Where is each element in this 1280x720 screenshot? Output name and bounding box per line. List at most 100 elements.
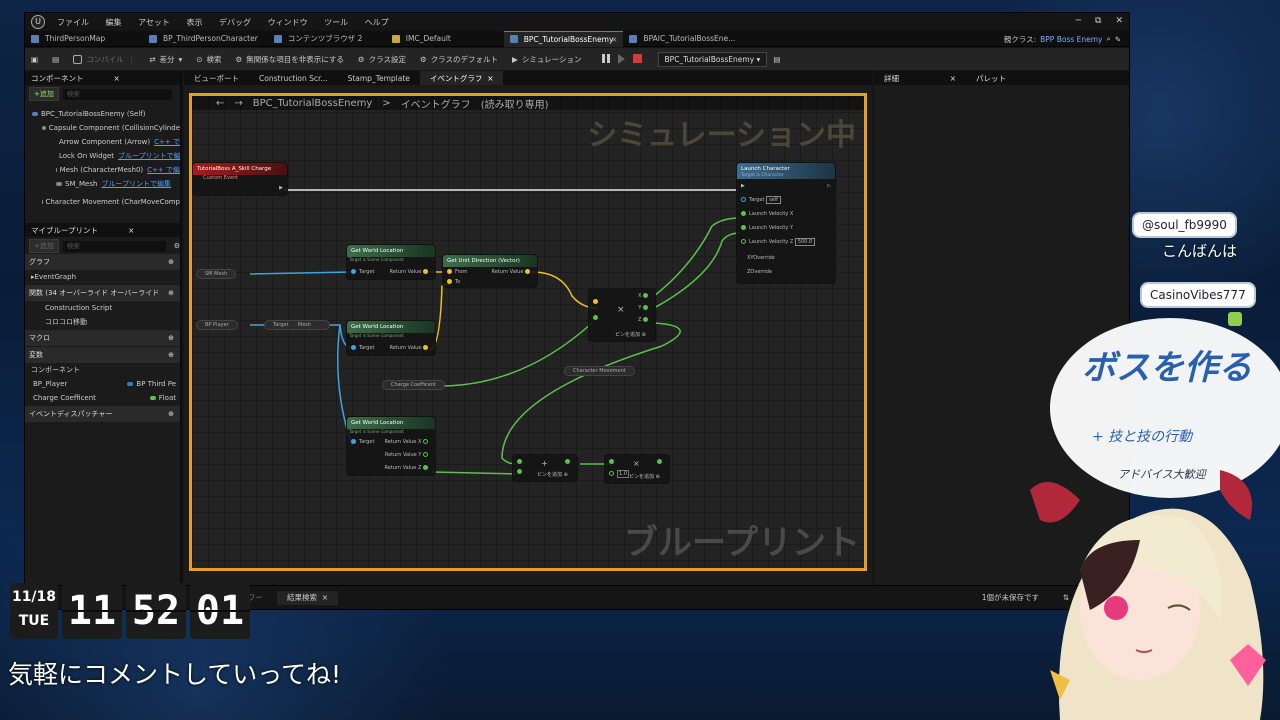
charge-coefficent-getter[interactable]: Charge Coefficent — [382, 380, 445, 390]
result-out-pin[interactable] — [657, 459, 665, 465]
z-override-pin[interactable]: ZOverride — [747, 269, 772, 275]
sm-mesh-getter[interactable]: SM Mesh — [196, 269, 237, 279]
target-pin[interactable]: Target — [351, 345, 374, 351]
close-icon[interactable]: × — [114, 74, 120, 83]
function-roll[interactable]: コロコロ移動 — [25, 315, 180, 329]
event-graph-canvas[interactable]: ← → BPC_TutorialBossEnemy > イベントグラフ (読み取り… — [189, 93, 867, 571]
step-icon[interactable] — [617, 54, 625, 64]
section-functions[interactable]: 関数 (34 オーバーライド オーバーライド ⊕ — [25, 285, 180, 301]
xy-override-pin[interactable]: XYOverride — [747, 255, 775, 261]
tab-bpaic[interactable]: BPAIC_TutorialBossEne... — [623, 31, 745, 47]
variable-charge-coefficent[interactable]: Charge Coefficent Float — [25, 391, 180, 405]
close-icon[interactable]: × — [950, 74, 956, 83]
edit-link[interactable]: C++ で編 — [147, 165, 180, 175]
return-x-pin[interactable]: Return Value X — [384, 439, 431, 445]
tab-bp-thirdpersoncharacter[interactable]: BP_ThirdPersonCharacter — [143, 31, 268, 47]
function-construction-script[interactable]: Construction Script — [25, 301, 180, 315]
result-out-pin[interactable] — [565, 459, 573, 465]
tab-stamp-template[interactable]: Stamp_Template — [338, 71, 420, 85]
tab-thirdpersonmap[interactable]: ThirdPersonMap — [25, 31, 143, 47]
from-pin[interactable]: From — [447, 269, 467, 275]
tab-viewport[interactable]: ビューポート — [184, 71, 249, 85]
target-pin[interactable]: Target — [351, 439, 374, 445]
b-in-pin[interactable] — [517, 469, 525, 475]
mesh-getter-node[interactable]: Target Mesh — [264, 320, 330, 330]
edit-link[interactable]: ブループリントで編 — [118, 151, 180, 161]
debug-object-select[interactable]: BPC_TutorialBossEnemy ▾ — [657, 51, 768, 67]
tab-palette[interactable]: パレット — [966, 71, 1016, 85]
add-icon[interactable]: ⊕ — [168, 289, 174, 297]
menu-window[interactable]: ウィンドウ — [268, 18, 308, 27]
target-pin[interactable]: Target self — [741, 196, 781, 204]
maximize-button[interactable]: ⧉ — [1095, 16, 1101, 26]
target-pin[interactable]: Target — [351, 269, 374, 275]
component-item-capsule[interactable]: Capsule Component (CollisionCylinde — [25, 121, 180, 135]
return-value-pin[interactable]: Return Value — [389, 269, 431, 275]
components-tab[interactable]: コンポーネント — [31, 73, 84, 84]
exec-in-pin[interactable]: ▶ — [741, 183, 745, 189]
menu-edit[interactable]: 編集 — [106, 18, 122, 27]
tab-find-results[interactable]: 結果検索 × — [277, 590, 339, 605]
section-graph[interactable]: グラフ ⊕ — [25, 254, 180, 270]
add-icon[interactable]: ⊕ — [168, 334, 174, 342]
launch-vz-pin[interactable]: Launch Velocity Z 500.0 — [741, 238, 816, 246]
tab-bpc-tutorialbossenemy[interactable]: BPC_TutorialBossEnemy × — [503, 30, 624, 47]
return-z-pin[interactable]: Return Value Z — [384, 465, 431, 471]
to-pin[interactable]: To — [447, 279, 460, 285]
search-icon[interactable]: ⌕ — [1107, 34, 1111, 44]
node-custom-event[interactable]: TutorialBoss A_Skill Charge Custom Event… — [192, 162, 288, 196]
character-movement-getter[interactable]: Character Movement — [564, 366, 635, 376]
close-button[interactable]: ✕ — [1115, 16, 1123, 26]
vector-in-pin[interactable] — [593, 299, 601, 305]
multiplier-input[interactable]: 1.0 — [617, 470, 629, 478]
tab-content-browser[interactable]: コンテンツブラウザ 2 — [268, 31, 386, 47]
tab-event-graph[interactable]: イベントグラフ × — [419, 71, 504, 85]
add-icon[interactable]: ⊕ — [168, 351, 174, 359]
section-macros[interactable]: マクロ ⊕ — [25, 330, 180, 346]
hide-unrelated-button[interactable]: ⚙ 無関係な項目を非表示にする — [236, 54, 344, 65]
my-blueprint-tab[interactable]: マイブループリント — [31, 225, 98, 236]
bp-player-getter[interactable]: BP Player — [196, 320, 238, 330]
tab-details[interactable]: 詳細 × — [874, 71, 966, 85]
override-dropdown[interactable]: オーバーライド — [110, 289, 159, 297]
add-pin-button[interactable]: ピンを追加 ⊕ — [629, 473, 660, 480]
browse-icon[interactable]: ▤ — [52, 55, 59, 64]
stop-icon[interactable] — [632, 54, 642, 63]
add-pin-button[interactable]: ピンを追加 ⊕ — [615, 331, 646, 338]
exec-out-pin[interactable]: ▷ — [827, 183, 831, 189]
node-add[interactable]: + ピンを追加 ⊕ — [512, 454, 578, 482]
edit-link[interactable]: ブループリントで編集 — [101, 179, 171, 189]
blueprint-search-input[interactable]: 検索 — [62, 240, 166, 252]
close-tab-icon[interactable]: × — [611, 35, 617, 44]
node-get-unit-direction[interactable]: Get Unit Direction (Vector) From To Retu… — [442, 254, 538, 288]
component-item-movement[interactable]: Character Movement (CharMoveComp — [25, 195, 180, 209]
variables-components-group[interactable]: コンポーネント — [25, 363, 180, 377]
node-get-world-location-1[interactable]: Get World Location Target is Scene Compo… — [346, 244, 436, 280]
component-item-sm-mesh[interactable]: SM_Mesh ブループリントで編集 — [25, 177, 180, 191]
section-variables[interactable]: 変数 ⊕ — [25, 347, 180, 363]
compile-button[interactable]: コンパイル ⋮ — [73, 54, 135, 65]
add-component-button[interactable]: +追加 — [29, 87, 59, 101]
component-item-mesh[interactable]: Mesh (CharacterMesh0) C++ で編 — [25, 163, 180, 177]
close-icon[interactable]: × — [128, 226, 134, 235]
debug-browse-icon[interactable]: ▤ — [773, 55, 780, 64]
menu-debug[interactable]: デバッグ — [219, 18, 251, 27]
a-in-pin[interactable] — [609, 459, 617, 465]
components-search-input[interactable]: 検索 — [62, 88, 172, 100]
class-settings-button[interactable]: ⚙ クラス設定 — [358, 54, 406, 65]
component-item-self[interactable]: BPC_TutorialBossEnemy (Self) — [25, 107, 180, 121]
variable-bp-player[interactable]: BP_Player BP Third Pe — [25, 377, 180, 391]
menu-file[interactable]: ファイル — [57, 18, 89, 27]
edit-icon[interactable]: ✎ — [1115, 35, 1121, 44]
component-item-lockon[interactable]: Lock On Widget ブループリントで編 — [25, 149, 180, 163]
return-value-pin[interactable]: Return Value — [491, 269, 533, 275]
b-in-pin[interactable]: 1.0 — [609, 470, 629, 478]
tab-construction-script[interactable]: Construction Scr... — [249, 71, 338, 85]
exec-out-pin[interactable]: ▶ — [279, 185, 283, 191]
return-y-pin[interactable]: Return Value Y — [385, 452, 431, 458]
find-button[interactable]: ⊙ 検索 — [196, 54, 221, 65]
vz-value-input[interactable]: 500.0 — [794, 238, 816, 246]
x-out-pin[interactable]: X — [638, 293, 651, 299]
add-icon[interactable]: ⊕ — [168, 410, 174, 418]
add-button[interactable]: +追加 — [29, 239, 59, 253]
